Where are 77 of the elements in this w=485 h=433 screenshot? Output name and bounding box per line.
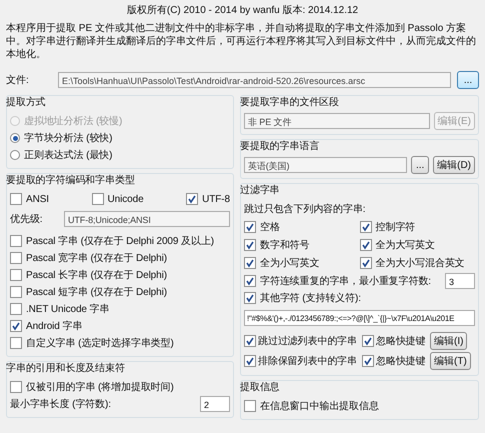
checkbox[interactable] [244,334,256,346]
checkbox-label: 空格 [260,220,280,234]
checkbox[interactable] [244,275,256,287]
checkbox-label: .NET Unicode 字串 [26,302,110,316]
checkbox-label: 全为小写英文 [260,256,320,270]
checkbox-label: 忽略快捷键 [376,354,427,368]
checkbox[interactable] [10,269,22,281]
checkbox[interactable] [92,193,104,205]
filter-hint: 跳过只包含下列内容的字串: [244,202,366,217]
group-title: 字串的引用和长度及结束符 [6,362,126,376]
checkbox[interactable] [362,354,374,366]
checkbox-label: Unicode [108,194,144,204]
checkbox-label: UTF-8 [202,194,230,204]
file-path-field[interactable]: E:\Tools\Hanhua\UI\Passolo\Test\Android\rar-android-520.26\resources.arsc [58,72,451,88]
checkbox[interactable] [10,193,22,205]
checkbox[interactable] [10,303,22,315]
browse-button[interactable]: ... [411,156,430,174]
checkbox-label: Pascal 长字串 (仅存在于 Delphi) [26,268,167,282]
option-label: 字节块分析法 (较快) [24,132,112,145]
min-length-field[interactable]: 2 [200,396,230,412]
characters-field[interactable]: !"#$%&'()+,-./0123456789:;<=>?@[\]^_`{|}~\x7F\u201A\u201E [244,310,475,326]
checkbox-label: Pascal 短字串 (仅存在于 Delphi) [26,286,167,299]
checkbox-label: 自定义字串 (选定时选择字串类型) [26,336,174,350]
checkbox[interactable] [244,354,256,366]
checkbox-label: 排除保留列表中的字串 [258,354,358,368]
edit-button[interactable]: 编辑(T) [430,352,471,370]
checkbox-label: 控制字符 [376,220,416,234]
checkbox[interactable] [244,239,256,251]
group-title: 要提取的字串语言 [240,140,320,154]
checkbox-label: Android 字串 [26,320,82,333]
group-title: 要提取的字符编码和字串类型 [6,174,136,188]
repeat-count-field[interactable]: 3 [445,273,475,289]
checkbox-label: ANSI [26,194,49,204]
checkbox-label: 字符连续重复的字串，最小重复字符数: [260,274,431,288]
checkbox[interactable] [244,221,256,233]
checkbox[interactable] [10,381,22,393]
checkbox[interactable] [244,257,256,269]
checkbox[interactable] [362,334,374,346]
group-title: 过滤字串 [240,184,281,198]
checkbox-label: 在信息窗口中输出提取信息 [260,400,379,413]
description-text: 本程序用于提取 PE 文件或其他二进制文件中的非标字串，并自动将提取的字串文件添加到 Passolo 方案中。对字串进行翻译并生成翻译后的字串文件后，可再运行本程序将其写入到目标文件中，从而完成文件的本地化。 [6,22,477,61]
group-title: 要提取字串的文件区段 [240,96,340,110]
checkbox-label: 数字和符号 [260,238,310,252]
checkbox-label: 仅被引用的字串 (将增加提取时间) [26,380,174,394]
option-label: 虚拟地址分析法 (较慢) [24,114,122,128]
file-label: 文件: [6,74,30,87]
browse-button[interactable]: ... [457,71,479,89]
checkbox[interactable] [10,337,22,349]
group-title: 提取信息 [240,381,281,395]
checkbox[interactable] [10,320,22,332]
checkbox[interactable] [10,252,22,264]
radio-button[interactable] [10,133,20,143]
edit-button[interactable]: 编辑(D) [433,156,475,174]
priority-field[interactable]: UTF-8;Unicode;ANSI [64,211,230,227]
checkbox-label: 忽略快捷键 [376,334,427,348]
checkbox-label: Pascal 宽字串 (仅存在于 Delphi) [26,252,167,265]
edit-button[interactable]: 编辑(I) [430,332,468,350]
checkbox[interactable] [360,221,372,233]
checkbox[interactable] [10,235,22,247]
checkbox-label: Pascal 字串 (仅存在于 Delphi 2009 及以上) [26,234,214,248]
checkbox[interactable] [244,292,256,304]
checkbox[interactable] [360,257,372,269]
language-field[interactable]: 英语(美国) [244,157,408,173]
copyright-text: 版权所有(C) 2010 - 2014 by wanfu 版本: 2014.12.12 [126,4,360,18]
group-title: 提取方式 [6,96,47,110]
priority-label: 优先级: [10,212,44,226]
checkbox-label: 全为大写英文 [376,238,435,252]
checkbox[interactable] [186,193,198,205]
option-label: 正则表达式法 (最快) [24,148,112,162]
min-length-label: 最小字串长度 (字符数): [10,398,111,411]
checkbox-label: 跳过过滤列表中的字串 [258,334,358,348]
checkbox[interactable] [244,400,256,412]
checkbox[interactable] [10,286,22,298]
checkbox-label: 其他字符 (支持转义符): [260,292,361,305]
radio-button[interactable] [10,150,20,160]
checkbox[interactable] [360,239,372,251]
checkbox-label: 全为大小写混合英文 [376,256,465,270]
